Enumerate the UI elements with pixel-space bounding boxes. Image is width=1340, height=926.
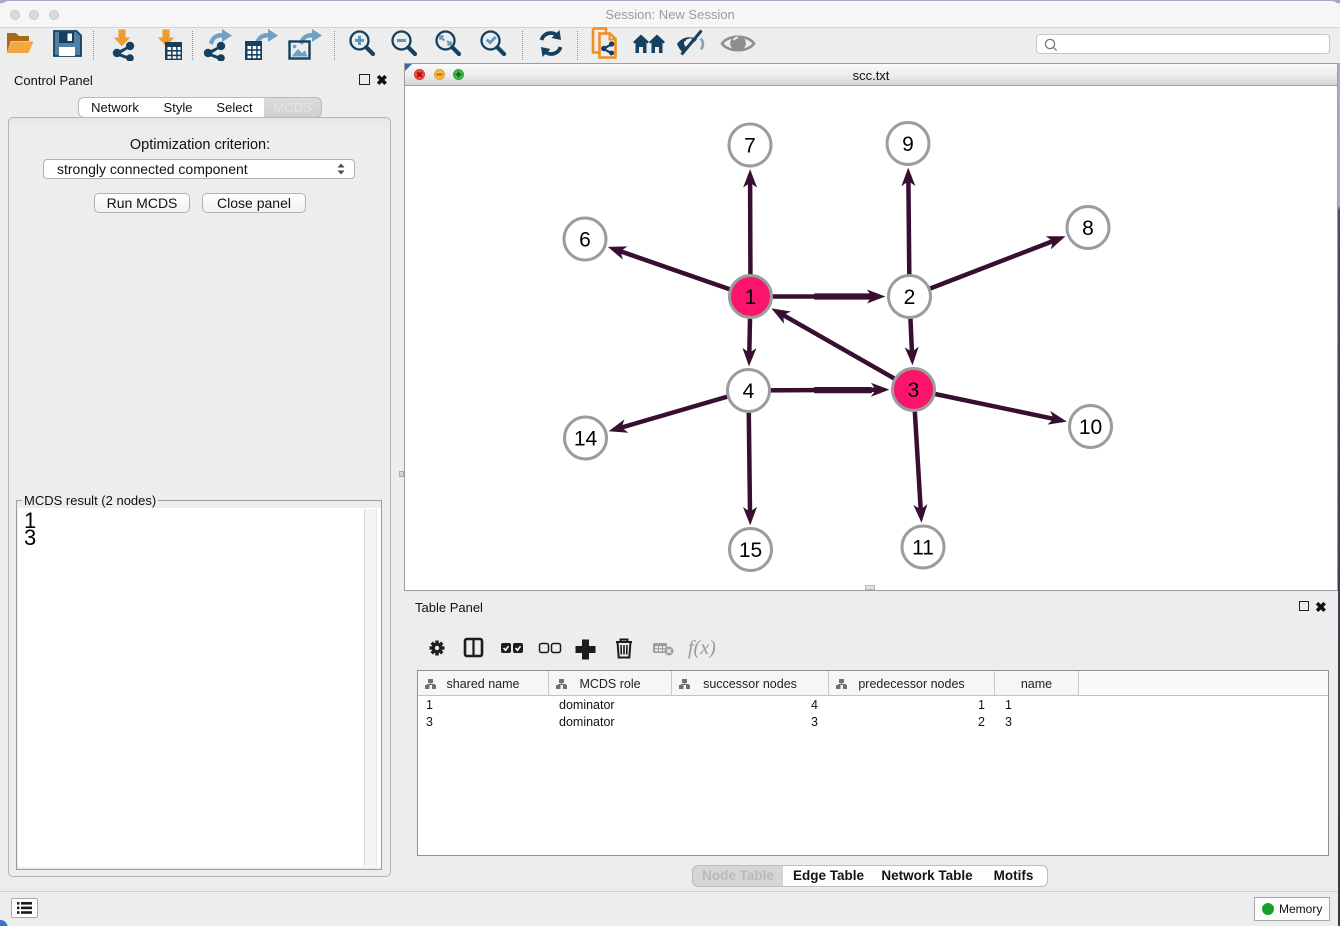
svg-text:10: 10 <box>1079 416 1102 439</box>
svg-text:6: 6 <box>579 229 591 252</box>
svg-text:15: 15 <box>739 539 762 562</box>
svg-text:8: 8 <box>1082 217 1094 240</box>
svg-text:3: 3 <box>908 379 920 402</box>
svg-text:1: 1 <box>745 286 757 309</box>
svg-text:4: 4 <box>743 380 755 403</box>
svg-text:11: 11 <box>912 537 934 560</box>
svg-text:7: 7 <box>744 135 756 158</box>
svg-text:f(x): f(x) <box>688 637 716 659</box>
svg-text:2: 2 <box>904 286 916 309</box>
svg-text:9: 9 <box>902 133 914 156</box>
svg-text:14: 14 <box>574 428 598 451</box>
